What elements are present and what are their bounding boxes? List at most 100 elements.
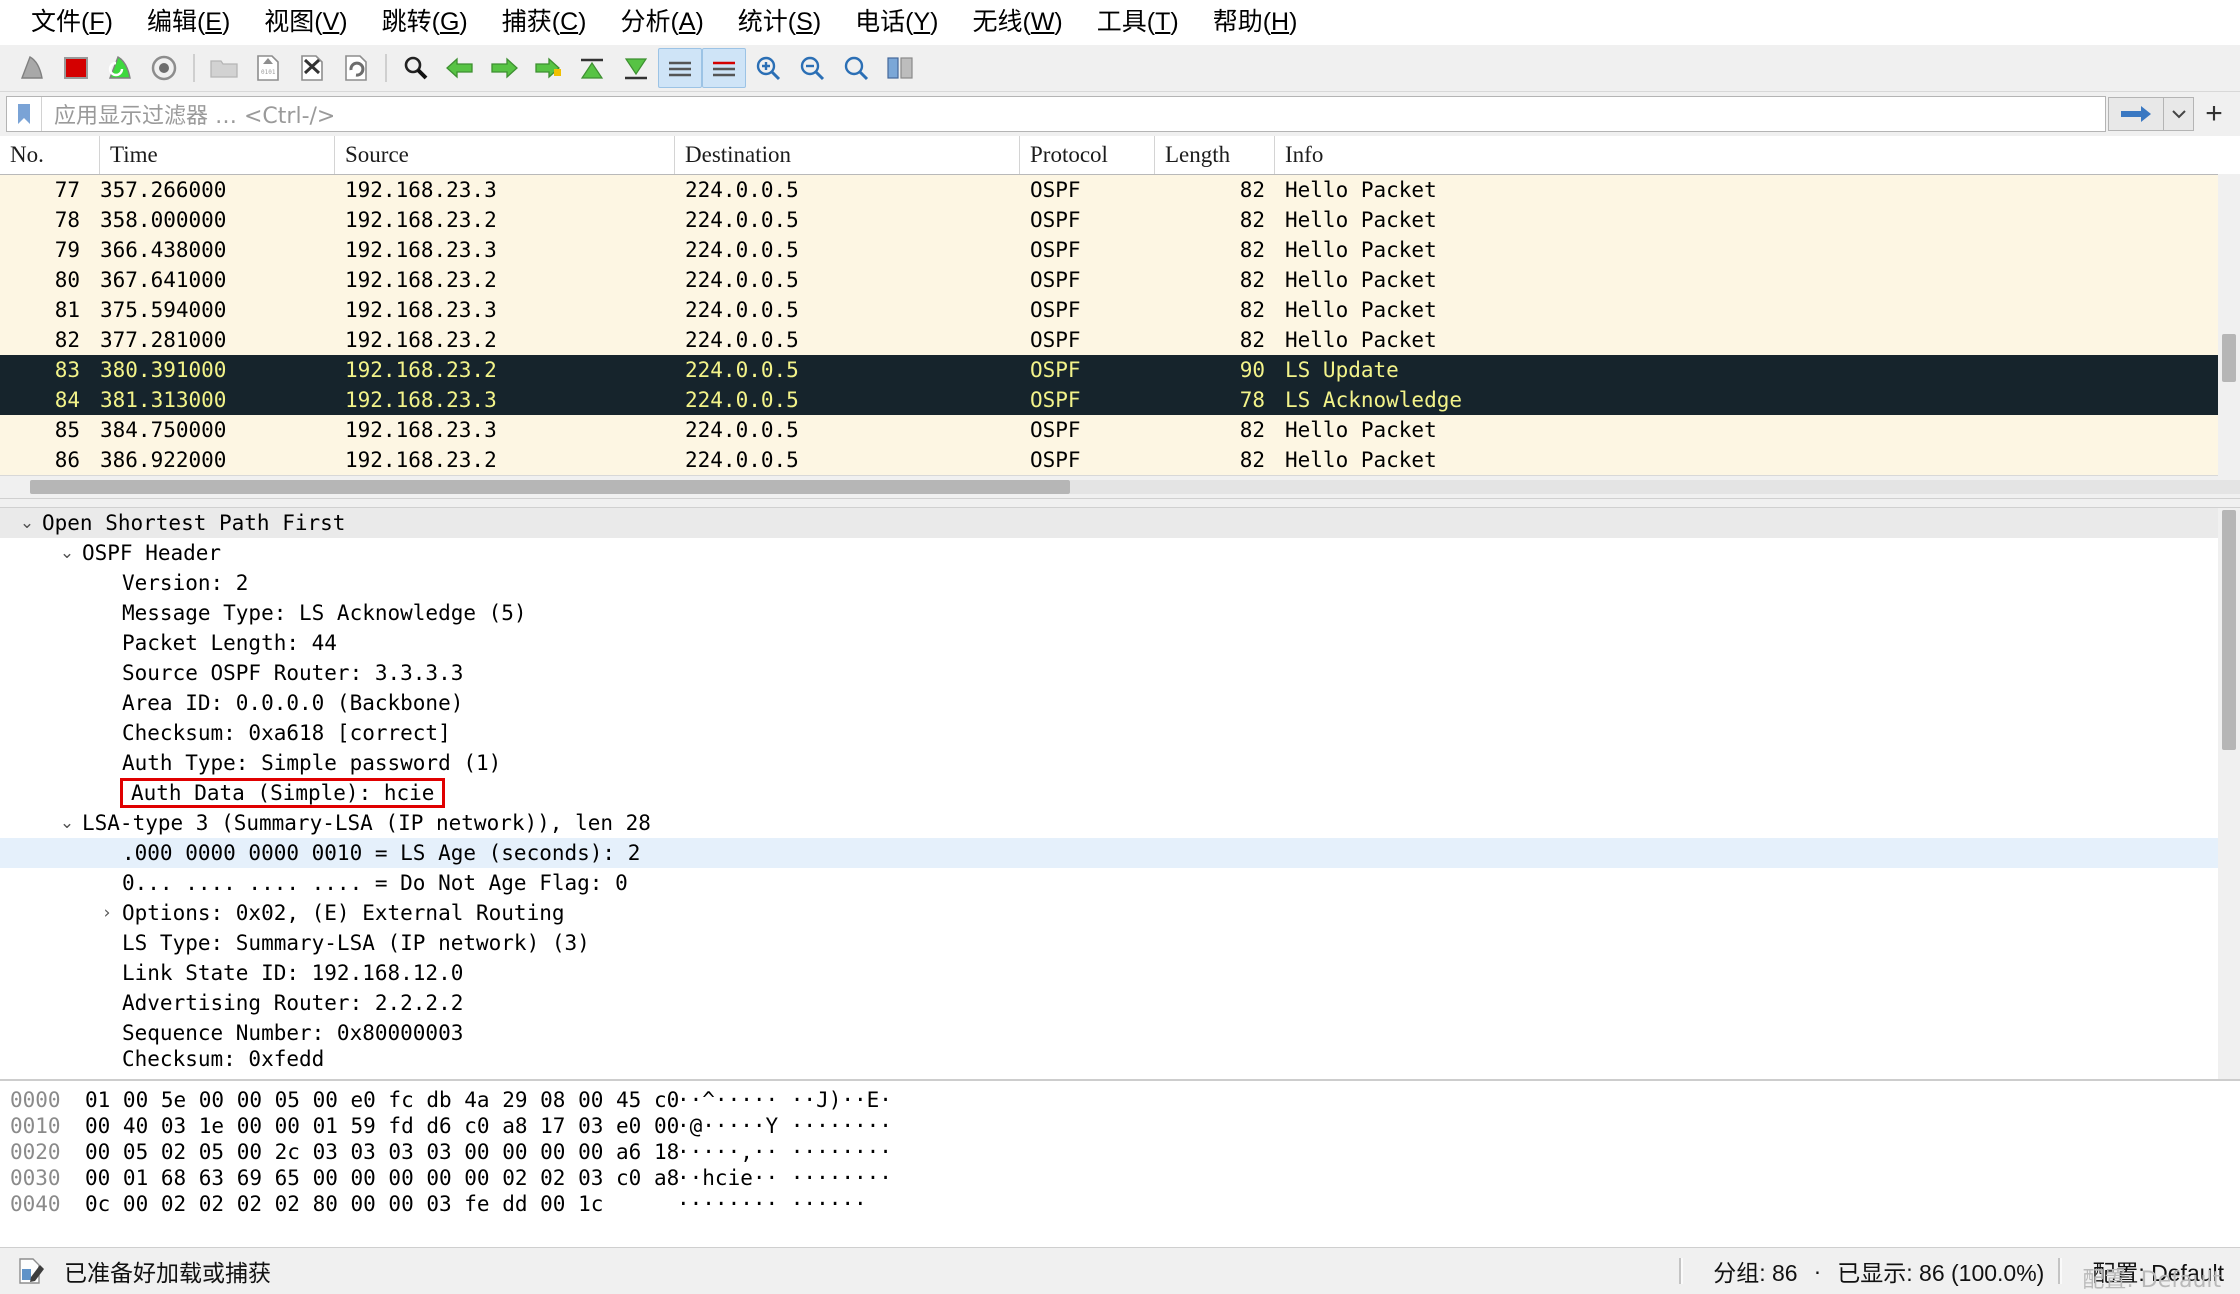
capture-file-properties-icon[interactable] (14, 1255, 48, 1287)
scrollbar-track[interactable] (1070, 480, 2240, 494)
zoom-reset-icon[interactable] (834, 48, 878, 88)
menu-item-11[interactable]: 帮助(H) (1196, 0, 1315, 44)
column-header-time[interactable]: Time (100, 136, 335, 174)
hex-dump-row[interactable]: 0010 00 40 03 1e 00 00 01 59 fd d6 c0 a8 … (0, 1113, 2240, 1139)
zoom-out-icon[interactable] (790, 48, 834, 88)
go-last-packet-icon[interactable] (614, 48, 658, 88)
packet-row[interactable]: 83 380.391000 192.168.23.2 224.0.0.5 OSPF 90 L… (0, 355, 2240, 385)
hex-dump-row[interactable]: 0030 00 01 68 63 69 65 00 00 00 00 00 02 … (0, 1165, 2240, 1191)
column-header-destination[interactable]: Destination (675, 136, 1020, 174)
packet-cell-time: 357.266000 (100, 178, 227, 202)
detail-tree-row[interactable]: Link State ID: 192.168.12.0 (0, 958, 2240, 988)
detail-tree-row[interactable]: Message Type: LS Acknowledge (5) (0, 598, 2240, 628)
packet-list-horizontal-scrollbar[interactable] (0, 475, 2240, 498)
chevron-down-icon[interactable]: ⌄ (54, 538, 80, 568)
packet-cell-no: 85 (54, 418, 80, 442)
menu-item-10[interactable]: 工具(T) (1080, 0, 1196, 44)
bookmark-icon[interactable] (7, 97, 42, 131)
packet-list-body[interactable]: 77 357.266000 192.168.23.3 224.0.0.5 OSPF 82 H… (0, 175, 2240, 475)
detail-tree-row[interactable]: ⌄ OSPF Header (0, 538, 2240, 568)
detail-tree-row[interactable]: Version: 2 (0, 568, 2240, 598)
chevron-down-icon[interactable]: ⌄ (54, 808, 80, 838)
detail-tree-row[interactable]: 0... .... .... .... = Do Not Age Flag: 0 (0, 868, 2240, 898)
detail-tree-row[interactable]: Source OSPF Router: 3.3.3.3 (0, 658, 2240, 688)
reload-file-icon[interactable] (334, 48, 378, 88)
packet-row[interactable]: 81 375.594000 192.168.23.3 224.0.0.5 OSPF 82 H… (0, 295, 2240, 325)
colorize-icon[interactable] (702, 48, 746, 88)
packet-bytes-pane[interactable]: 0000 01 00 5e 00 00 05 00 e0 fc db 4a 29 … (0, 1079, 2240, 1247)
column-header-length[interactable]: Length (1155, 136, 1275, 174)
detail-tree-row[interactable]: Auth Type: Simple password (1) (0, 748, 2240, 778)
chevron-right-icon[interactable]: › (94, 898, 120, 928)
close-file-icon[interactable] (290, 48, 334, 88)
go-forward-icon[interactable] (482, 48, 526, 88)
start-capture-icon[interactable] (10, 48, 54, 88)
go-first-packet-icon[interactable] (570, 48, 614, 88)
detail-tree-row[interactable]: ⌄ Open Shortest Path First (0, 508, 2240, 538)
chevron-down-icon[interactable]: ⌄ (14, 508, 40, 538)
detail-tree-row[interactable]: ⌄ LSA-type 3 (Summary-LSA (IP network)), … (0, 808, 2240, 838)
packet-list-vertical-scrollbar[interactable] (2218, 174, 2240, 476)
packet-row[interactable]: 84 381.313000 192.168.23.3 224.0.0.5 OSPF 78 L… (0, 385, 2240, 415)
packet-details-pane[interactable]: ⌄ Open Shortest Path First ⌄ OSPF Header Ver… (0, 508, 2240, 1079)
go-to-packet-icon[interactable] (526, 48, 570, 88)
menu-item-4[interactable]: 跳转(G) (365, 0, 485, 44)
apply-filter-arrow-icon[interactable] (2108, 97, 2164, 131)
detail-tree-label: Checksum: 0xa618 [correct] (122, 721, 451, 745)
zoom-in-icon[interactable] (746, 48, 790, 88)
column-header-source[interactable]: Source (335, 136, 675, 174)
open-file-icon[interactable] (202, 48, 246, 88)
hex-dump-row[interactable]: 0020 00 05 02 05 00 2c 03 03 03 03 00 00 … (0, 1139, 2240, 1165)
detail-tree-row[interactable]: Area ID: 0.0.0.0 (Backbone) (0, 688, 2240, 718)
packet-details-vertical-scrollbar[interactable] (2218, 508, 2240, 1079)
hex-dump-row[interactable]: 0040 0c 00 02 02 02 02 80 00 00 03 fe dd … (0, 1191, 2240, 1217)
column-header-info[interactable]: Info (1275, 136, 2240, 174)
pane-splitter-top[interactable] (0, 498, 2240, 508)
restart-capture-icon[interactable] (98, 48, 142, 88)
scrollbar-thumb[interactable] (2222, 510, 2236, 750)
menu-item-8[interactable]: 电话(Y) (838, 0, 955, 44)
detail-tree-row[interactable]: › Options: 0x02, (E) External Routing (0, 898, 2240, 928)
detail-tree-row[interactable]: .000 0000 0000 0010 = LS Age (seconds): … (0, 838, 2240, 868)
menu-item-6[interactable]: 分析(A) (603, 0, 720, 44)
menu-item-2[interactable]: 编辑(E) (130, 0, 247, 44)
stop-capture-icon[interactable] (54, 48, 98, 88)
detail-tree-row[interactable]: Checksum: 0xfedd (0, 1047, 2240, 1071)
column-header-protocol[interactable]: Protocol (1020, 136, 1155, 174)
packet-row[interactable]: 79 366.438000 192.168.23.3 224.0.0.5 OSPF 82 H… (0, 235, 2240, 265)
resize-columns-icon[interactable] (878, 48, 922, 88)
packet-cell-len: 82 (1239, 328, 1265, 352)
chevron-down-icon[interactable] (2164, 97, 2194, 131)
packet-row[interactable]: 78 358.000000 192.168.23.2 224.0.0.5 OSPF 82 H… (0, 205, 2240, 235)
autoscroll-icon[interactable] (658, 48, 702, 88)
find-packet-icon[interactable] (394, 48, 438, 88)
menu-item-7[interactable]: 统计(S) (721, 0, 838, 44)
packet-row[interactable]: 80 367.641000 192.168.23.2 224.0.0.5 OSPF 82 H… (0, 265, 2240, 295)
scrollbar-thumb[interactable] (2222, 334, 2236, 382)
detail-tree-row[interactable]: LS Type: Summary-LSA (IP network) (3) (0, 928, 2240, 958)
packet-row[interactable]: 82 377.281000 192.168.23.2 224.0.0.5 OSPF 82 H… (0, 325, 2240, 355)
menu-item-9[interactable]: 无线(W) (955, 0, 1079, 44)
packet-row[interactable]: 77 357.266000 192.168.23.3 224.0.0.5 OSPF 82 H… (0, 175, 2240, 205)
menu-item-5[interactable]: 捕获(C) (485, 0, 604, 44)
packet-cell-no: 81 (54, 298, 80, 322)
add-filter-button[interactable]: + (2194, 97, 2234, 131)
profile-area[interactable]: 配置: Default 配置: Default (2076, 1254, 2240, 1293)
go-back-icon[interactable] (438, 48, 482, 88)
packet-row[interactable]: 85 384.750000 192.168.23.3 224.0.0.5 OSPF 82 H… (0, 415, 2240, 445)
menu-item-1[interactable]: 文件(F) (14, 0, 130, 44)
capture-options-icon[interactable] (142, 48, 186, 88)
column-header-no[interactable]: No. (0, 136, 100, 174)
hex-dump-row[interactable]: 0000 01 00 5e 00 00 05 00 e0 fc db 4a 29 … (0, 1087, 2240, 1113)
packet-row[interactable]: 86 386.922000 192.168.23.2 224.0.0.5 OSPF 82 H… (0, 445, 2240, 475)
save-file-icon[interactable]: 0101 (246, 48, 290, 88)
detail-tree-row[interactable]: Checksum: 0xa618 [correct] (0, 718, 2240, 748)
scrollbar-thumb[interactable] (30, 480, 1070, 494)
display-filter-input[interactable]: 应用显示过滤器 … <Ctrl-/> (6, 96, 2106, 132)
detail-tree-row[interactable]: Auth Data (Simple): hcie (0, 778, 2240, 808)
detail-tree-row[interactable]: Advertising Router: 2.2.2.2 (0, 988, 2240, 1018)
detail-tree-row[interactable]: Sequence Number: 0x80000003 (0, 1018, 2240, 1048)
packet-cell-len: 82 (1239, 178, 1265, 202)
detail-tree-row[interactable]: Packet Length: 44 (0, 628, 2240, 658)
menu-item-3[interactable]: 视图(V) (247, 0, 364, 44)
